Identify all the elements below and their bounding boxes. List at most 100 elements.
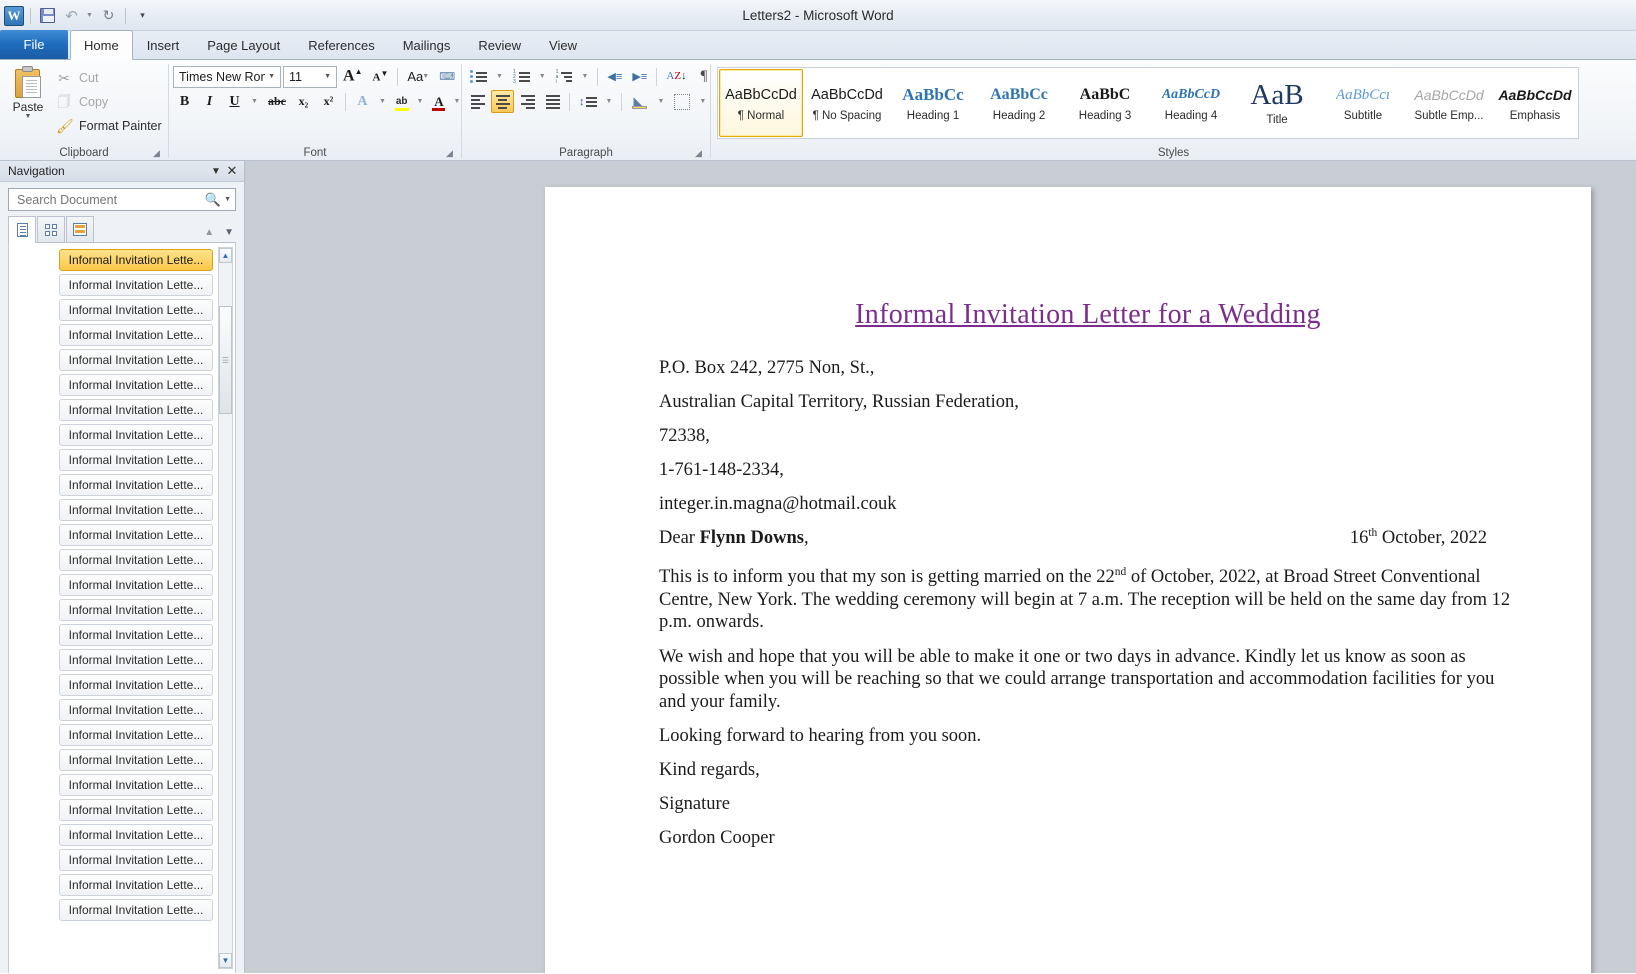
navigation-heading-item[interactable]: Informal Invitation Lette... <box>59 724 213 746</box>
scroll-thumb[interactable]: ☰ <box>219 306 232 414</box>
superscript-button[interactable]: x² <box>317 90 340 113</box>
navigation-heading-item[interactable]: Informal Invitation Lette... <box>59 774 213 796</box>
navigation-heading-item[interactable]: Informal Invitation Lette... <box>59 249 213 271</box>
search-input[interactable] <box>15 191 202 208</box>
italic-button[interactable]: I <box>198 90 221 113</box>
shrink-font-button[interactable]: A▼ <box>368 65 392 88</box>
shading-dropdown[interactable]: ▼ <box>654 90 668 113</box>
navigation-heading-list[interactable]: Informal Invitation Lette... Informal Inv… <box>8 243 236 973</box>
underline-button[interactable]: U <box>223 90 246 113</box>
increase-indent-button[interactable]: ▶≡ <box>628 65 651 88</box>
navigation-heading-item[interactable]: Informal Invitation Lette... <box>59 274 213 296</box>
bullets-dropdown[interactable]: ▼ <box>493 65 507 88</box>
align-center-button[interactable] <box>491 90 514 113</box>
grow-font-button[interactable]: A▲ <box>339 65 366 88</box>
style-subtitle[interactable]: AaBbCcı Subtitle <box>1321 69 1405 137</box>
navigation-heading-item[interactable]: Informal Invitation Lette... <box>59 499 213 521</box>
navigation-heading-item[interactable]: Informal Invitation Lette... <box>59 599 213 621</box>
numbering-dropdown[interactable]: ▼ <box>536 65 550 88</box>
navigation-heading-item[interactable]: Informal Invitation Lette... <box>59 749 213 771</box>
font-name-combo[interactable]: Times New Roma ▼ <box>173 65 281 88</box>
borders-button[interactable] <box>670 90 694 113</box>
navigation-heading-item[interactable]: Informal Invitation Lette... <box>59 374 213 396</box>
sort-button[interactable]: AZ↓ <box>662 65 690 88</box>
navigation-heading-item[interactable]: Informal Invitation Lette... <box>59 824 213 846</box>
style-normal[interactable]: AaBbCcDd ¶ Normal <box>719 69 803 137</box>
strikethrough-button[interactable]: abc <box>264 90 290 113</box>
font-size-combo[interactable]: 11 ▼ <box>283 65 337 88</box>
browse-results-tab[interactable] <box>66 216 94 242</box>
navigation-heading-item[interactable]: Informal Invitation Lette... <box>59 399 213 421</box>
navigation-heading-item[interactable]: Informal Invitation Lette... <box>59 299 213 321</box>
navigation-heading-item[interactable]: Informal Invitation Lette... <box>59 849 213 871</box>
justify-button[interactable] <box>541 90 564 113</box>
previous-heading-button[interactable]: ▲ <box>204 227 214 238</box>
navigation-menu-button[interactable]: ▼ <box>208 163 224 179</box>
tab-references[interactable]: References <box>294 32 388 59</box>
copy-button[interactable]: 🗍 Copy <box>56 92 162 112</box>
style-heading-3[interactable]: AaBbC Heading 3 <box>1063 69 1147 137</box>
navigation-heading-item[interactable]: Informal Invitation Lette... <box>59 899 213 921</box>
document-area[interactable]: Informal Invitation Letter for a Wedding… <box>245 161 1636 973</box>
align-left-button[interactable] <box>466 90 489 113</box>
tab-view[interactable]: View <box>535 32 591 59</box>
paste-button[interactable]: Paste ▼ <box>0 64 56 120</box>
line-spacing-dropdown[interactable]: ▼ <box>603 90 617 113</box>
text-effects-dropdown[interactable]: ▼ <box>376 90 390 113</box>
text-effects-button[interactable]: A <box>351 90 374 113</box>
style-subtle-emphasis[interactable]: AaBbCcDd Subtle Emp... <box>1407 69 1491 137</box>
format-painter-button[interactable]: 🖌 Format Painter <box>56 116 162 136</box>
clipboard-dialog-launcher[interactable]: ◢ <box>153 148 164 159</box>
bullets-button[interactable] <box>466 65 491 88</box>
style-heading-2[interactable]: AaBbCc Heading 2 <box>977 69 1061 137</box>
change-case-button[interactable]: Aa ▼ <box>403 65 433 88</box>
style-title[interactable]: AaB Title <box>1235 69 1319 137</box>
search-box[interactable]: 🔍 ▼ <box>8 188 236 211</box>
navigation-heading-item[interactable]: Informal Invitation Lette... <box>59 574 213 596</box>
navigation-heading-item[interactable]: Informal Invitation Lette... <box>59 324 213 346</box>
navigation-heading-item[interactable]: Informal Invitation Lette... <box>59 449 213 471</box>
borders-dropdown[interactable]: ▼ <box>696 90 710 113</box>
scroll-down-button[interactable]: ▼ <box>219 953 232 968</box>
style-heading-4[interactable]: AaBbCcD Heading 4 <box>1149 69 1233 137</box>
tab-insert[interactable]: Insert <box>133 32 194 59</box>
style-no-spacing[interactable]: AaBbCcDd ¶ No Spacing <box>805 69 889 137</box>
tab-review[interactable]: Review <box>464 32 535 59</box>
navigation-heading-item[interactable]: Informal Invitation Lette... <box>59 424 213 446</box>
navigation-heading-item[interactable]: Informal Invitation Lette... <box>59 624 213 646</box>
scroll-up-button[interactable]: ▲ <box>219 248 232 263</box>
search-options-icon[interactable]: ▼ <box>224 196 233 203</box>
search-icon[interactable]: 🔍 <box>202 192 224 208</box>
decrease-indent-button[interactable]: ◀≡ <box>603 65 626 88</box>
multilevel-dropdown[interactable]: ▼ <box>578 65 592 88</box>
styles-gallery[interactable]: AaBbCcDd ¶ Normal AaBbCcDd ¶ No Spacing … <box>717 67 1579 139</box>
document-content[interactable]: Informal Invitation Letter for a Wedding… <box>545 187 1591 849</box>
browse-pages-tab[interactable] <box>37 216 65 242</box>
navigation-heading-item[interactable]: Informal Invitation Lette... <box>59 699 213 721</box>
tab-home[interactable]: Home <box>70 30 133 60</box>
highlight-dropdown[interactable]: ▼ <box>414 90 428 113</box>
document-page[interactable]: Informal Invitation Letter for a Wedding… <box>545 187 1591 973</box>
navigation-heading-item[interactable]: Informal Invitation Lette... <box>59 474 213 496</box>
text-highlight-button[interactable]: ab <box>392 90 412 113</box>
navigation-heading-item[interactable]: Informal Invitation Lette... <box>59 549 213 571</box>
next-heading-button[interactable]: ▼ <box>224 227 234 238</box>
numbering-button[interactable]: 123 <box>509 65 534 88</box>
paragraph-dialog-launcher[interactable]: ◢ <box>695 148 706 159</box>
multilevel-list-button[interactable]: 1ai <box>552 65 577 88</box>
align-right-button[interactable] <box>516 90 539 113</box>
font-color-button[interactable]: A <box>429 90 448 113</box>
navigation-close-button[interactable]: ✕ <box>224 163 240 179</box>
tab-file[interactable]: File <box>0 30 68 59</box>
bold-button[interactable]: B <box>173 90 196 113</box>
navigation-heading-item[interactable]: Informal Invitation Lette... <box>59 649 213 671</box>
navigation-heading-item[interactable]: Informal Invitation Lette... <box>59 874 213 896</box>
navigation-heading-item[interactable]: Informal Invitation Lette... <box>59 674 213 696</box>
navigation-heading-item[interactable]: Informal Invitation Lette... <box>59 524 213 546</box>
underline-dropdown[interactable]: ▼ <box>248 90 262 113</box>
clear-formatting-button[interactable]: ⌨ <box>435 65 459 88</box>
navigation-scrollbar[interactable]: ▲ ☰ ▼ <box>218 247 233 969</box>
cut-button[interactable]: ✂ Cut <box>56 68 162 88</box>
style-emphasis[interactable]: AaBbCcDd Emphasis <box>1493 69 1577 137</box>
tab-mailings[interactable]: Mailings <box>389 32 465 59</box>
